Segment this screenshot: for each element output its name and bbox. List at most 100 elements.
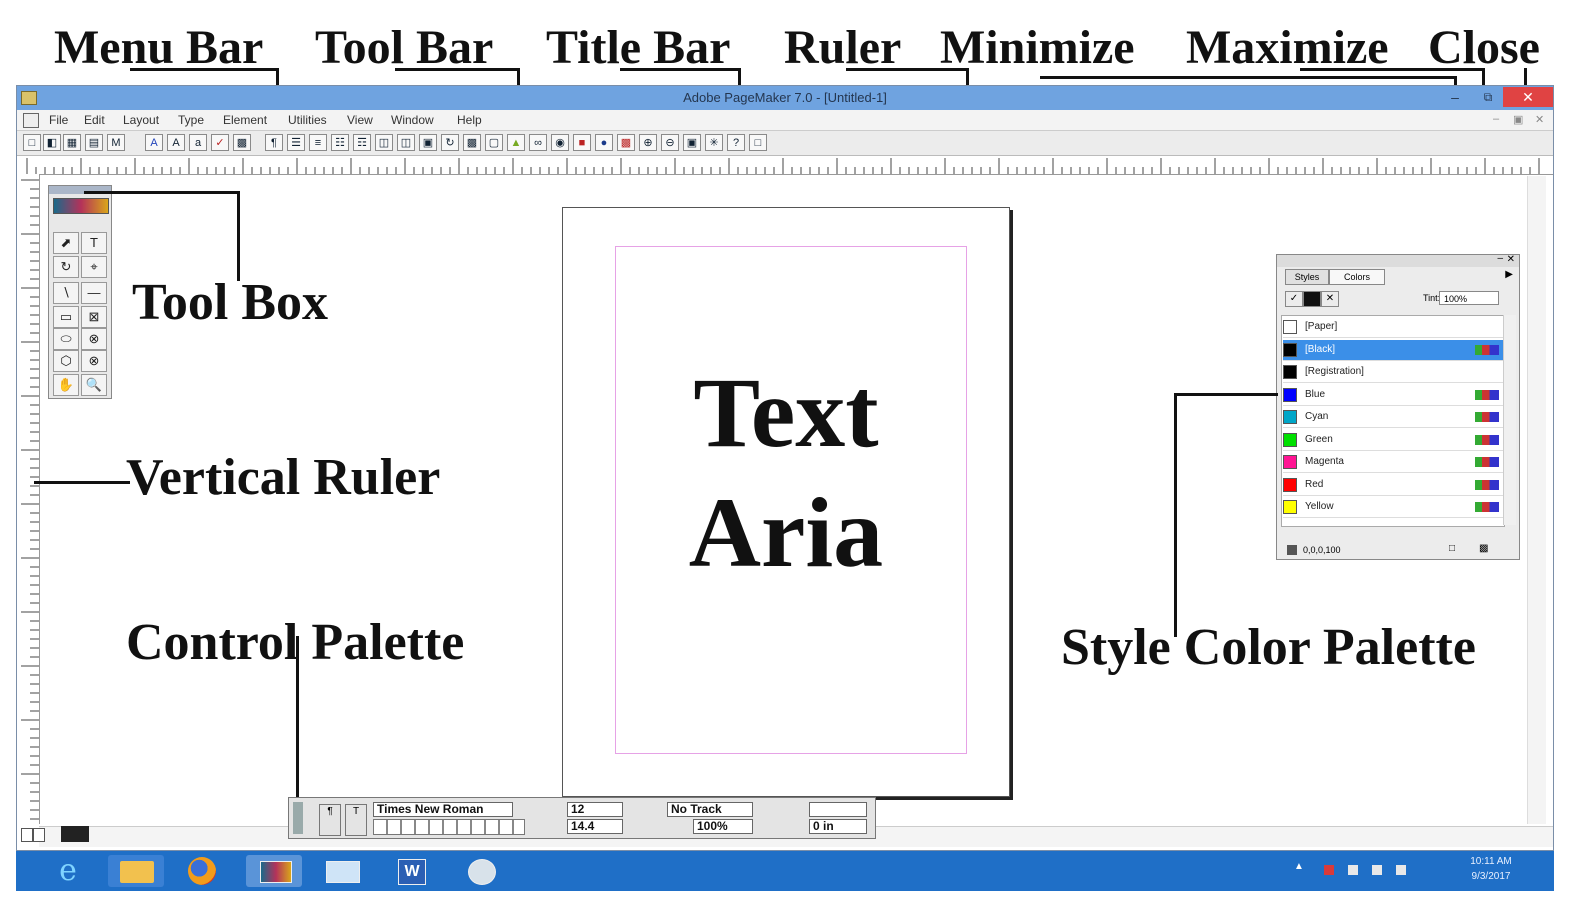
polygon-tool-icon[interactable]: ⬡ (53, 350, 79, 372)
doc-restore-icon[interactable]: ▣ (1513, 113, 1523, 126)
print-icon[interactable]: ▤ (85, 134, 103, 151)
menu-help[interactable]: Help (457, 113, 482, 127)
stroke-icon[interactable]: ✓ (1285, 291, 1303, 307)
menu-window[interactable]: Window (391, 113, 434, 127)
palette-scrollbar[interactable] (1503, 315, 1516, 525)
frame-icon[interactable]: ◫ (375, 134, 393, 151)
tint-select[interactable]: 100% (1439, 291, 1499, 305)
crop-tool-icon[interactable]: ⌖ (81, 256, 107, 278)
menu-edit[interactable]: Edit (84, 113, 105, 127)
baseline-field[interactable]: 0 in (809, 819, 867, 834)
rectangle-tool-icon[interactable]: ▭ (53, 306, 79, 328)
mask-icon[interactable]: ◉ (551, 134, 569, 151)
ungroup-icon[interactable]: ▢ (485, 134, 503, 151)
network-icon[interactable] (1348, 865, 1358, 875)
pagemaker-icon[interactable] (246, 855, 302, 887)
superscript-icon[interactable]: A (167, 134, 185, 151)
palette-menu-icon[interactable]: ▶ (1505, 269, 1513, 280)
paragraph-view-icon[interactable]: T (345, 804, 367, 836)
menu-utilities[interactable]: Utilities (288, 113, 327, 127)
ellipse-tool-icon[interactable]: ⬭ (53, 328, 79, 350)
font-field[interactable]: Times New Roman (373, 802, 513, 817)
line-tool-icon[interactable]: ∖ (53, 282, 79, 304)
rotate-icon[interactable]: ↻ (441, 134, 459, 151)
screenshot-icon[interactable] (314, 855, 370, 887)
paint-icon[interactable] (454, 855, 510, 887)
save-icon[interactable]: ▦ (63, 134, 81, 151)
new-icon[interactable]: □ (23, 134, 41, 151)
image-icon[interactable]: ▲ (507, 134, 525, 151)
leading-field[interactable]: 14.4 (567, 819, 623, 834)
color-row[interactable]: Red (1283, 475, 1503, 496)
styles-icon[interactable]: ▩ (233, 134, 251, 151)
extra-icon[interactable]: □ (749, 134, 767, 151)
link-icon[interactable]: ∞ (529, 134, 547, 151)
palette-minimize-icon[interactable]: – (1497, 253, 1503, 264)
paragraph-icon[interactable]: ¶ (265, 134, 283, 151)
constrained-line-tool-icon[interactable]: — (81, 282, 107, 304)
both-icon[interactable]: ✕ (1321, 291, 1339, 307)
zoom-out-icon[interactable]: ⊖ (661, 134, 679, 151)
doc-close-icon[interactable]: ✕ (1535, 113, 1544, 126)
type-style-buttons[interactable] (373, 819, 525, 835)
paste-icon[interactable]: ▣ (419, 134, 437, 151)
menu-type[interactable]: Type (178, 113, 204, 127)
document-icon[interactable] (23, 113, 39, 128)
size-field[interactable]: 12 (567, 802, 623, 817)
color-row[interactable]: [Black] (1283, 339, 1503, 361)
text-tool-icon[interactable]: T (81, 232, 107, 254)
copy-icon[interactable]: ◫ (397, 134, 415, 151)
rotate-tool-icon[interactable]: ↻ (53, 256, 79, 278)
battery-icon[interactable] (1372, 865, 1382, 875)
text-area[interactable]: Text Aria (563, 353, 1009, 593)
title-bar[interactable]: Adobe PageMaker 7.0 - [Untitled-1] – ⧉ ✕ (17, 86, 1553, 110)
horizontal-ruler[interactable] (17, 156, 1553, 175)
vertical-ruler[interactable] (17, 174, 40, 824)
color-row[interactable]: Cyan (1283, 407, 1503, 428)
kerning-field[interactable] (809, 802, 867, 817)
tray-arrow-icon[interactable]: ▲ (1294, 861, 1304, 872)
plugin-icon[interactable]: ✳ (705, 134, 723, 151)
open-icon[interactable]: ◧ (43, 134, 61, 151)
indent-icon[interactable]: ☰ (287, 134, 305, 151)
character-view-icon[interactable]: ¶ (319, 804, 341, 836)
zoom-in-icon[interactable]: ⊕ (639, 134, 657, 151)
zoom-tool-icon[interactable]: 🔍 (81, 374, 107, 396)
master-page-icon[interactable] (61, 826, 89, 842)
color-row[interactable]: Magenta (1283, 452, 1503, 473)
list-icon[interactable]: ☷ (331, 134, 349, 151)
track-field[interactable]: No Track (667, 802, 753, 817)
menu-layout[interactable]: Layout (123, 113, 159, 127)
color-row[interactable]: [Paper] (1283, 317, 1503, 338)
doc-minimize-icon[interactable]: – (1493, 113, 1499, 125)
tab-styles[interactable]: Styles (1285, 269, 1329, 285)
align-icon[interactable]: ≡ (309, 134, 327, 151)
vertical-scrollbar[interactable] (1527, 176, 1546, 824)
palette-close-icon[interactable]: ✕ (1507, 254, 1515, 265)
color-row[interactable]: Yellow (1283, 497, 1503, 518)
menu-file[interactable]: File (49, 113, 68, 127)
color-row[interactable]: Blue (1283, 385, 1503, 406)
firefox-icon[interactable] (176, 855, 232, 887)
page-right-icon[interactable] (33, 828, 45, 842)
tab-colors[interactable]: Colors (1329, 269, 1385, 285)
file-explorer-icon[interactable] (108, 855, 164, 887)
subscript-icon[interactable]: a (189, 134, 207, 151)
menu-element[interactable]: Element (223, 113, 267, 127)
fit-icon[interactable]: ▣ (683, 134, 701, 151)
close-button[interactable]: ✕ (1503, 87, 1553, 107)
hand-tool-icon[interactable]: ✋ (53, 374, 79, 396)
globe-icon[interactable]: ● (595, 134, 613, 151)
ellipse-frame-tool-icon[interactable]: ⊗ (81, 328, 107, 350)
control-palette-grip[interactable] (293, 802, 303, 834)
polygon-frame-tool-icon[interactable]: ⊗ (81, 350, 107, 372)
minimize-button[interactable]: – (1437, 87, 1473, 107)
page-left-icon[interactable] (21, 828, 33, 842)
menu-view[interactable]: View (347, 113, 373, 127)
palette-titlebar[interactable]: – ✕ (1277, 253, 1519, 267)
graphic-icon[interactable]: ■ (573, 134, 591, 151)
fill-icon[interactable] (1303, 291, 1321, 307)
width-field[interactable]: 100% (693, 819, 753, 834)
pointer-tool-icon[interactable]: ⬈ (53, 232, 79, 254)
color-row[interactable]: Green (1283, 430, 1503, 451)
